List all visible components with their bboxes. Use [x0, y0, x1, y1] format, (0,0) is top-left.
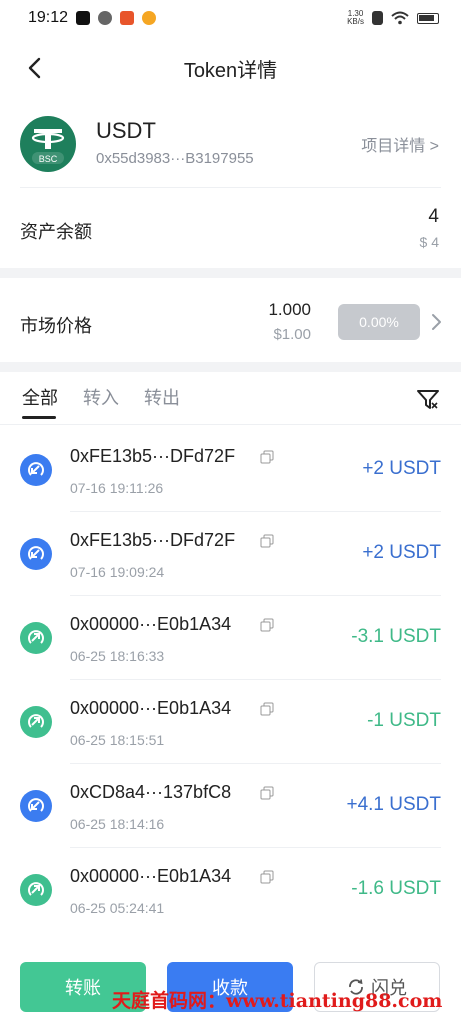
chevron-right-icon	[432, 314, 441, 330]
token-card: BSC USDT 0x55d3983···B3197955 项目详情 >	[0, 112, 461, 188]
copy-icon[interactable]	[260, 534, 274, 548]
tx-time: 06-25 05:24:41	[70, 900, 165, 916]
token-address: 0x55d3983···B3197955	[96, 150, 254, 167]
outgoing-transfer-icon	[20, 706, 52, 738]
red-app-icon	[120, 11, 135, 25]
tx-amount: -1 USDT	[367, 710, 441, 731]
balance-label: 资产余额	[20, 222, 92, 242]
token-logo-text: BSC	[39, 154, 58, 164]
copy-icon[interactable]	[260, 786, 274, 800]
status-right: 1.30 KB/s	[347, 10, 439, 26]
tx-address: 0x00000···E0b1A34	[70, 614, 232, 634]
tx-filter-tabs: 全部 转入 转出	[0, 376, 461, 424]
weibo-icon	[142, 11, 157, 25]
price-change-badge: 0.00%	[338, 304, 420, 340]
header: Token详情	[0, 44, 461, 92]
balance-row: 资产余额 4 $ 4	[0, 196, 461, 262]
section-gap	[0, 268, 461, 278]
market-price-usd: $1.00	[273, 326, 311, 343]
tx-time: 06-25 18:15:51	[70, 732, 165, 748]
status-time: 19:12	[28, 9, 69, 26]
copy-icon[interactable]	[260, 450, 274, 464]
copy-icon[interactable]	[260, 702, 274, 716]
tx-address: 0x00000···E0b1A34	[70, 866, 232, 886]
sim-icon	[372, 11, 383, 25]
tx-time: 07-16 19:11:26	[70, 480, 164, 496]
outgoing-transfer-icon	[20, 622, 52, 654]
net-speed-unit: KB/s	[347, 17, 364, 26]
tx-address: 0xFE13b5···DFd72F	[70, 530, 236, 550]
market-price-row[interactable]: 市场价格 1.000 $1.00 0.00%	[0, 282, 461, 362]
battery-icon	[417, 12, 439, 24]
filter-icon[interactable]	[415, 386, 441, 412]
transaction-row[interactable]: 0xCD8a4···137bfC8 06-25 18:14:16 +4.1 US…	[0, 764, 461, 848]
check-app-icon	[98, 11, 113, 25]
transaction-row[interactable]: 0xFE13b5···DFd72F 07-16 19:11:26 +2 USDT	[0, 428, 461, 512]
wifi-icon	[391, 11, 409, 25]
incoming-transfer-icon	[20, 538, 52, 570]
chevron-left-icon	[28, 57, 41, 79]
incoming-transfer-icon	[20, 790, 52, 822]
tx-address: 0xCD8a4···137bfC8	[70, 782, 232, 802]
balance-amount: 4	[428, 206, 439, 227]
outgoing-transfer-icon	[20, 874, 52, 906]
section-gap	[0, 362, 461, 372]
tx-time: 06-25 18:16:33	[70, 648, 165, 664]
token-name: USDT	[96, 118, 156, 143]
transaction-row[interactable]: 0x00000···E0b1A34 06-25 18:16:33 -3.1 US…	[0, 596, 461, 680]
tx-address: 0x00000···E0b1A34	[70, 698, 232, 718]
copy-icon[interactable]	[260, 618, 274, 632]
back-button[interactable]	[18, 52, 50, 84]
tab-all[interactable]: 全部	[22, 384, 58, 410]
transaction-row[interactable]: 0x00000···E0b1A34 06-25 18:15:51 -1 USDT	[0, 680, 461, 764]
copy-icon[interactable]	[260, 870, 274, 884]
tab-incoming[interactable]: 转入	[83, 384, 119, 410]
page-title: Token详情	[183, 59, 278, 82]
balance-usd: $ 4	[419, 234, 439, 250]
tx-address: 0xFE13b5···DFd72F	[70, 446, 236, 466]
market-price-value: 1.000	[268, 300, 311, 319]
status-bar: 19:12 1.30 KB/s	[0, 0, 461, 36]
net-speed: 1.30 KB/s	[347, 10, 364, 26]
tx-time: 06-25 18:14:16	[70, 816, 165, 832]
tx-amount: -3.1 USDT	[351, 626, 441, 647]
divider	[0, 424, 461, 425]
tx-amount: +2 USDT	[362, 458, 441, 479]
project-details-link[interactable]: 项目详情 >	[361, 132, 439, 156]
tx-amount: +4.1 USDT	[346, 794, 441, 815]
tx-time: 07-16 19:09:24	[70, 564, 165, 580]
divider	[20, 187, 441, 188]
usdt-bsc-logo-icon: BSC	[20, 116, 76, 172]
bottom-action-bar: 转账 收款 闪兑 天庭首码网：www.tianting88.com	[0, 948, 461, 1024]
tx-amount: +2 USDT	[362, 542, 441, 563]
tab-active-indicator	[22, 416, 56, 419]
transaction-row[interactable]: 0x00000···E0b1A34 06-25 05:24:41 -1.6 US…	[0, 848, 461, 932]
transaction-row[interactable]: 0xFE13b5···DFd72F 07-16 19:09:24 +2 USDT	[0, 512, 461, 596]
market-price-label: 市场价格	[20, 316, 92, 336]
tab-outgoing[interactable]: 转出	[144, 384, 180, 410]
watermark: 天庭首码网：www.tianting88.com	[112, 990, 443, 1012]
tx-amount: -1.6 USDT	[351, 878, 441, 899]
incoming-transfer-icon	[20, 454, 52, 486]
status-left: 19:12	[28, 9, 157, 27]
transfer-label: 转账	[65, 978, 101, 998]
tiktok-icon	[76, 11, 91, 25]
